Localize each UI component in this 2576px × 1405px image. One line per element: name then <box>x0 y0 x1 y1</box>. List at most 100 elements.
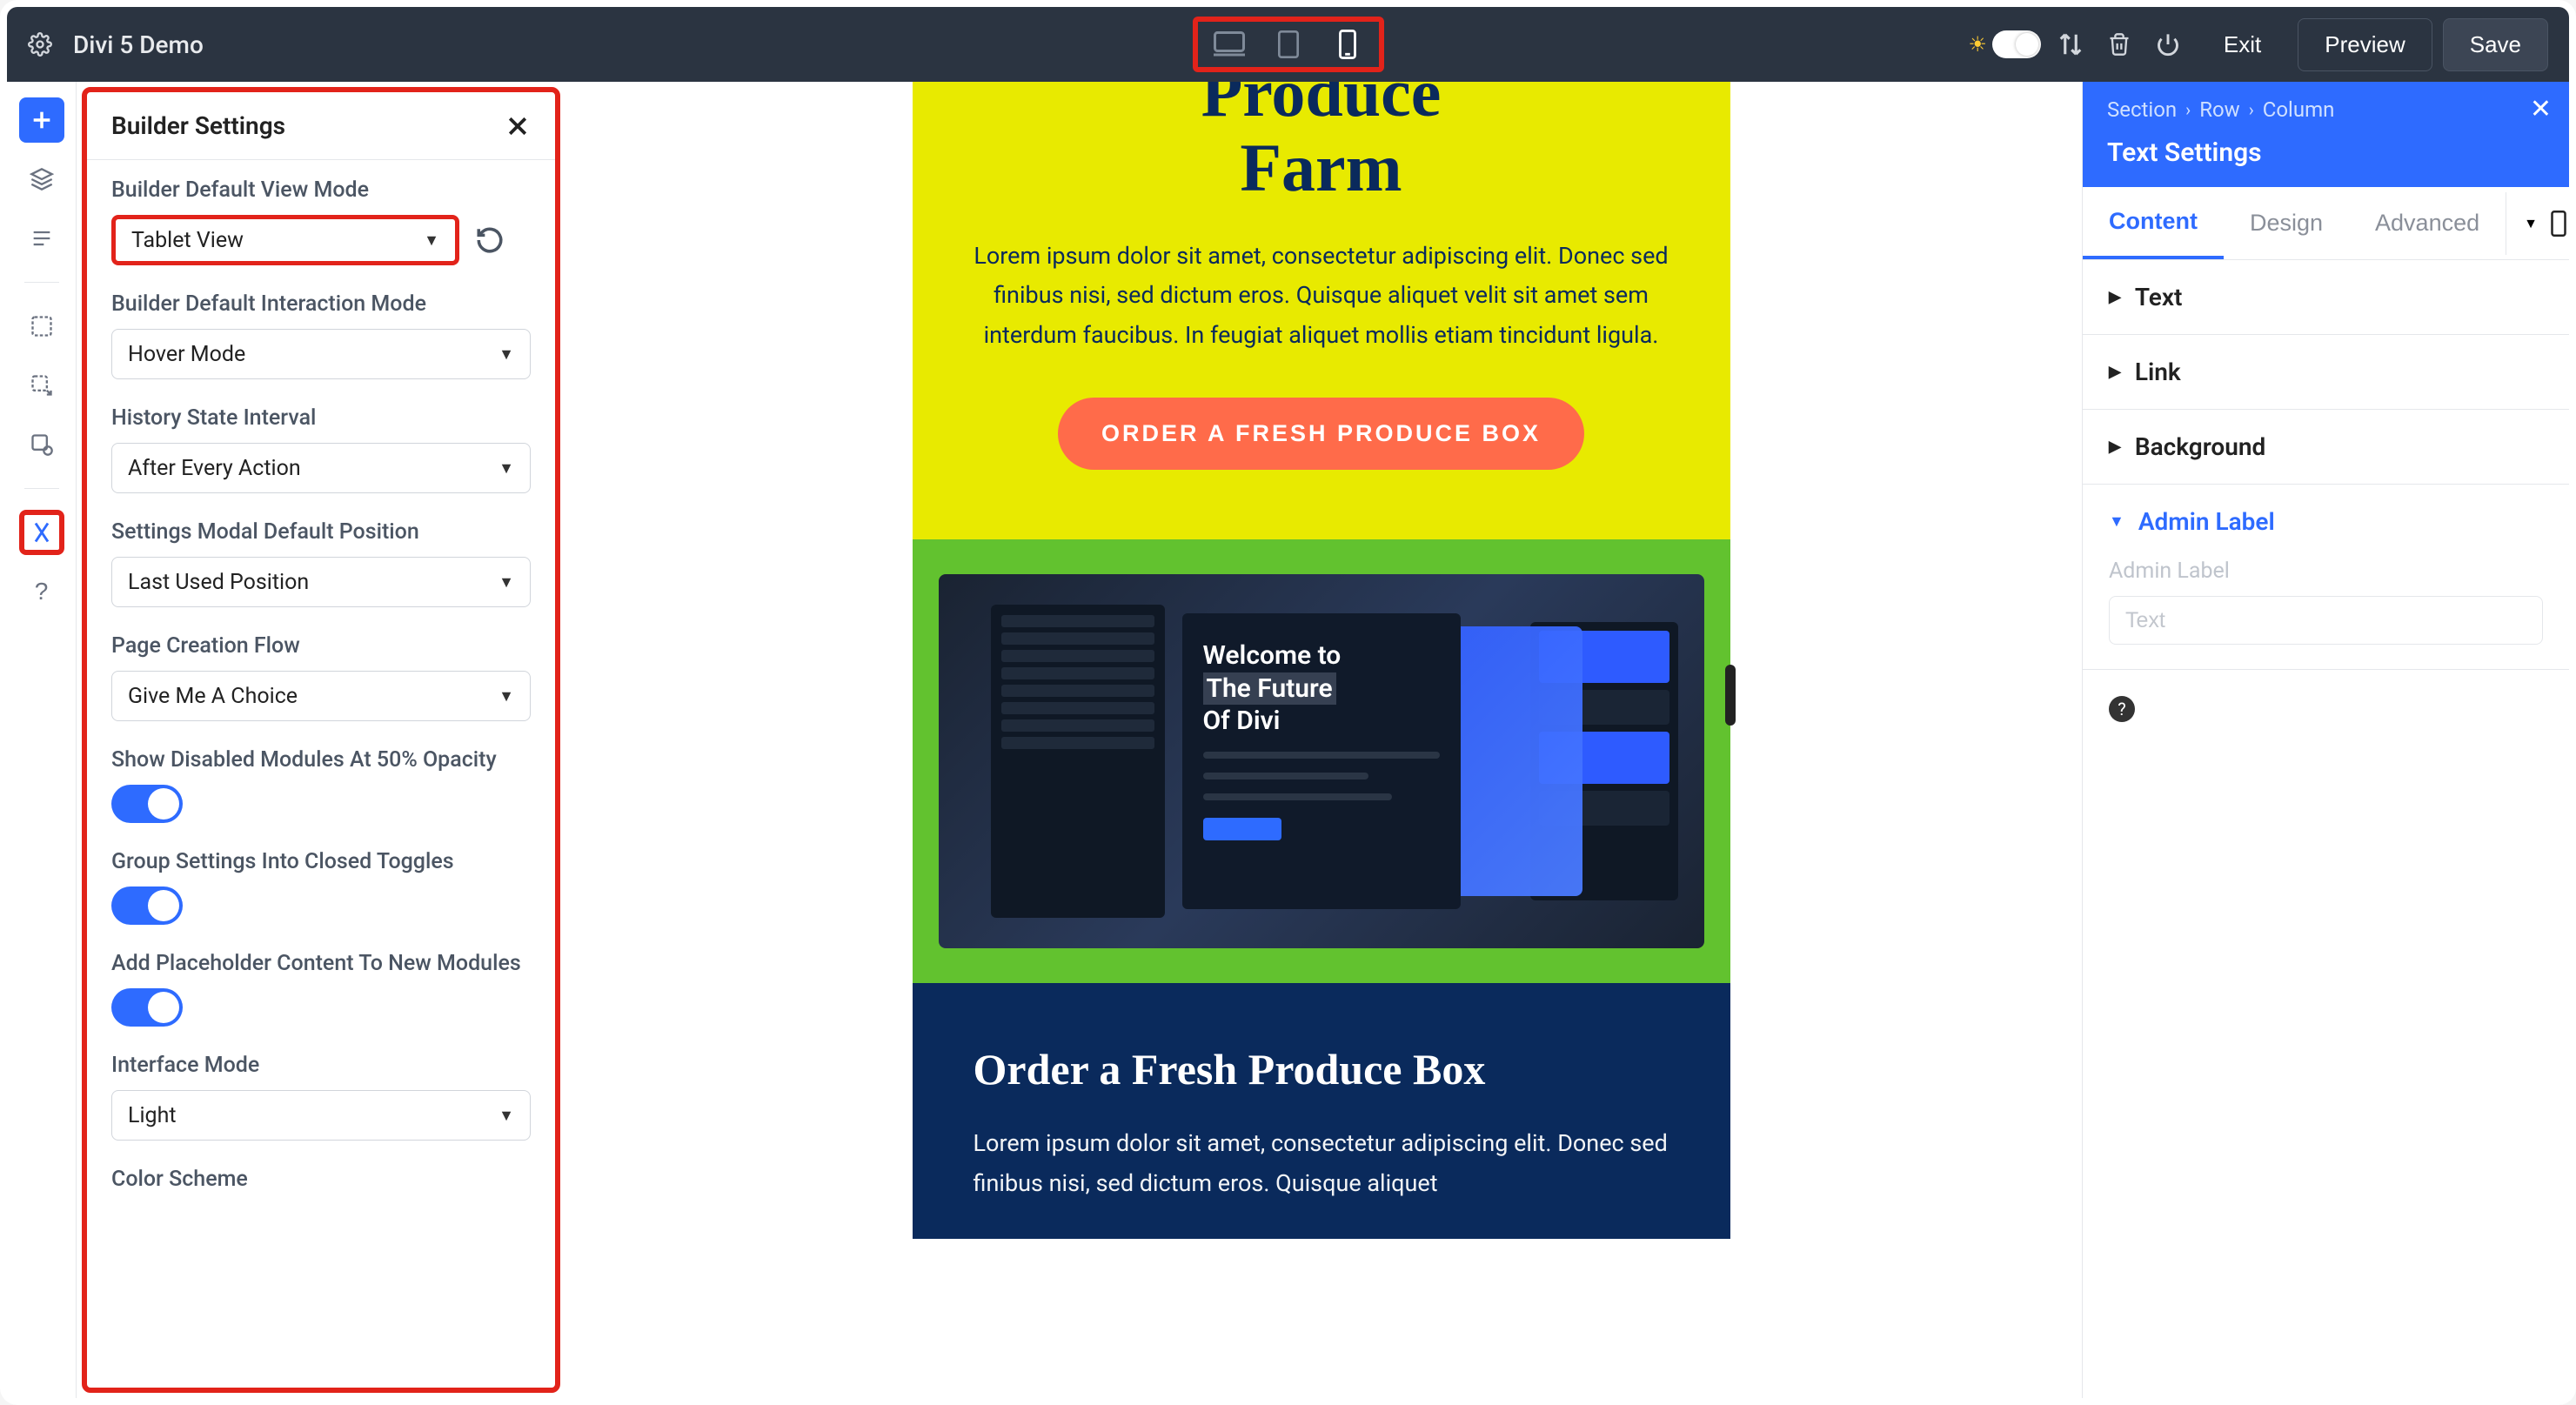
device-switcher <box>1193 17 1384 72</box>
canvas[interactable]: Produce Farm Lorem ipsum dolor sit amet,… <box>913 82 1730 1398</box>
help-button[interactable]: ? <box>2109 696 2135 722</box>
gear-icon[interactable] <box>28 32 52 57</box>
tab-design[interactable]: Design <box>2224 189 2349 258</box>
exit-button[interactable]: Exit <box>2198 19 2287 70</box>
hero-cta-button[interactable]: ORDER A FRESH PRODUCE BOX <box>1058 398 1584 470</box>
device-desktop-button[interactable] <box>1212 27 1247 62</box>
builder-settings-panel: Builder Settings Builder Default View Mo… <box>82 87 560 1393</box>
admin-label-input[interactable] <box>2109 596 2543 645</box>
breadcrumb: Section › Row › Column <box>2107 97 2545 122</box>
settings-tabs: Content Design Advanced ▼ <box>2083 187 2569 260</box>
acc-head-text[interactable]: ▶ Text <box>2083 260 2569 334</box>
field-label: Page Creation Flow <box>111 633 531 659</box>
device-tablet-button[interactable] <box>1271 27 1306 62</box>
field-group-toggles: Group Settings Into Closed Toggles <box>111 849 531 925</box>
modal-pos-select[interactable]: Last Used Position ▼ <box>111 557 531 607</box>
acc-text: ▶ Text <box>2083 260 2569 335</box>
triangle-right-icon: ▶ <box>2109 288 2121 306</box>
topbar-right: ☀ Exit Preview Save <box>1968 18 2548 71</box>
welcome-line: Welcome to <box>1203 639 1440 672</box>
rail-separator <box>24 282 59 283</box>
chevron-down-icon: ▼ <box>498 1107 514 1125</box>
theme-toggle[interactable]: ☀ <box>1968 30 2041 58</box>
opacity-toggle[interactable] <box>111 785 183 823</box>
phone-icon[interactable] <box>2550 211 2567 237</box>
chevron-down-icon: ▼ <box>424 231 439 250</box>
rail-separator <box>24 488 59 489</box>
dark-section: Order a Fresh Produce Box Lorem ipsum do… <box>913 983 1730 1239</box>
preview-image: Welcome to The Future Of Divi <box>939 574 1704 948</box>
panel-header: Builder Settings <box>87 92 555 160</box>
text-settings-panel: Section › Row › Column ✕ Text Settings C… <box>2082 82 2569 1398</box>
close-icon[interactable]: ✕ <box>2530 94 2552 124</box>
select-value: Hover Mode <box>128 342 245 367</box>
help-icon[interactable]: ? <box>19 569 64 614</box>
device-phone-button[interactable] <box>1330 27 1365 62</box>
history-select[interactable]: After Every Action ▼ <box>111 443 531 493</box>
chevron-down-icon: ▼ <box>498 573 514 592</box>
acc-body-admin: Admin Label <box>2083 559 2569 669</box>
acc-label: Text <box>2135 283 2183 311</box>
field-label: Interface Mode <box>111 1053 531 1078</box>
preview-center-panel: Welcome to The Future Of Divi <box>1182 613 1461 909</box>
crumb-column[interactable]: Column <box>2263 97 2335 122</box>
app-root: Divi 5 Demo ☀ Exit Preview Save <box>0 0 2576 1405</box>
add-button[interactable] <box>19 97 64 143</box>
topbar: Divi 5 Demo ☀ Exit Preview Save <box>7 7 2569 82</box>
app-title: Divi 5 Demo <box>73 30 204 59</box>
swap-icon[interactable] <box>2051 25 2090 64</box>
dark-title: Order a Fresh Produce Box <box>974 1044 1669 1094</box>
green-section: Welcome to The Future Of Divi <box>913 539 1730 983</box>
crumb-section[interactable]: Section <box>2107 97 2177 122</box>
preview-button[interactable]: Preview <box>2298 18 2432 71</box>
select-value: Last Used Position <box>128 570 309 595</box>
welcome-line: The Future <box>1203 672 1336 706</box>
module-icon[interactable] <box>19 422 64 467</box>
layers-icon[interactable] <box>19 157 64 202</box>
field-interface: Interface Mode Light ▼ <box>111 1053 531 1141</box>
sun-icon: ☀ <box>1968 32 1987 57</box>
save-button[interactable]: Save <box>2443 18 2548 71</box>
trash-icon[interactable] <box>2100 25 2138 64</box>
acc-head-admin[interactable]: ▼Admin Label <box>2083 485 2569 559</box>
scrollbar-thumb[interactable] <box>1725 665 1736 726</box>
group-toggle[interactable] <box>111 886 183 925</box>
hero-title-line: Farm <box>965 130 1678 205</box>
crumb-row[interactable]: Row <box>2199 97 2240 122</box>
panel-title: Builder Settings <box>111 111 285 140</box>
close-icon[interactable] <box>505 113 531 139</box>
chevron-down-icon: ▼ <box>498 345 514 364</box>
tab-extra: ▼ <box>2506 192 2576 255</box>
acc-head-link[interactable]: ▶Link <box>2083 335 2569 409</box>
acc-head-background[interactable]: ▶Background <box>2083 410 2569 484</box>
export-icon[interactable] <box>19 363 64 408</box>
field-label: Show Disabled Modules At 50% Opacity <box>111 747 531 773</box>
field-opacity: Show Disabled Modules At 50% Opacity <box>111 747 531 823</box>
acc-label: Background <box>2135 432 2265 461</box>
hero-title-line: Produce <box>965 82 1678 130</box>
power-icon[interactable] <box>2149 25 2187 64</box>
field-label: Builder Default Interaction Mode <box>111 291 531 317</box>
select-value: Give Me A Choice <box>128 684 298 709</box>
field-label: Add Placeholder Content To New Modules <box>111 951 531 976</box>
chevron-down-icon[interactable]: ▼ <box>2524 215 2538 232</box>
placeholder-toggle[interactable] <box>111 988 183 1027</box>
creation-select[interactable]: Give Me A Choice ▼ <box>111 671 531 721</box>
tab-advanced[interactable]: Advanced <box>2349 189 2506 258</box>
interaction-select[interactable]: Hover Mode ▼ <box>111 329 531 379</box>
tab-content[interactable]: Content <box>2083 187 2224 259</box>
canvas-wrap: Produce Farm Lorem ipsum dolor sit amet,… <box>560 82 2082 1398</box>
list-icon[interactable] <box>19 216 64 261</box>
view-mode-select[interactable]: Tablet View ▼ <box>111 215 459 265</box>
settings-rail-button[interactable] <box>19 510 64 555</box>
field-modal-pos: Settings Modal Default Position Last Use… <box>111 519 531 607</box>
triangle-right-icon: ▶ <box>2109 363 2121 381</box>
interface-select[interactable]: Light ▼ <box>111 1090 531 1141</box>
field-label: Settings Modal Default Position <box>111 519 531 545</box>
hero-text: Lorem ipsum dolor sit amet, consectetur … <box>965 237 1678 357</box>
select-value: Light <box>128 1103 177 1128</box>
template-icon[interactable] <box>19 304 64 349</box>
field-label: History State Interval <box>111 405 531 431</box>
chevron-right-icon: › <box>2185 99 2191 120</box>
reset-icon[interactable] <box>475 225 505 255</box>
